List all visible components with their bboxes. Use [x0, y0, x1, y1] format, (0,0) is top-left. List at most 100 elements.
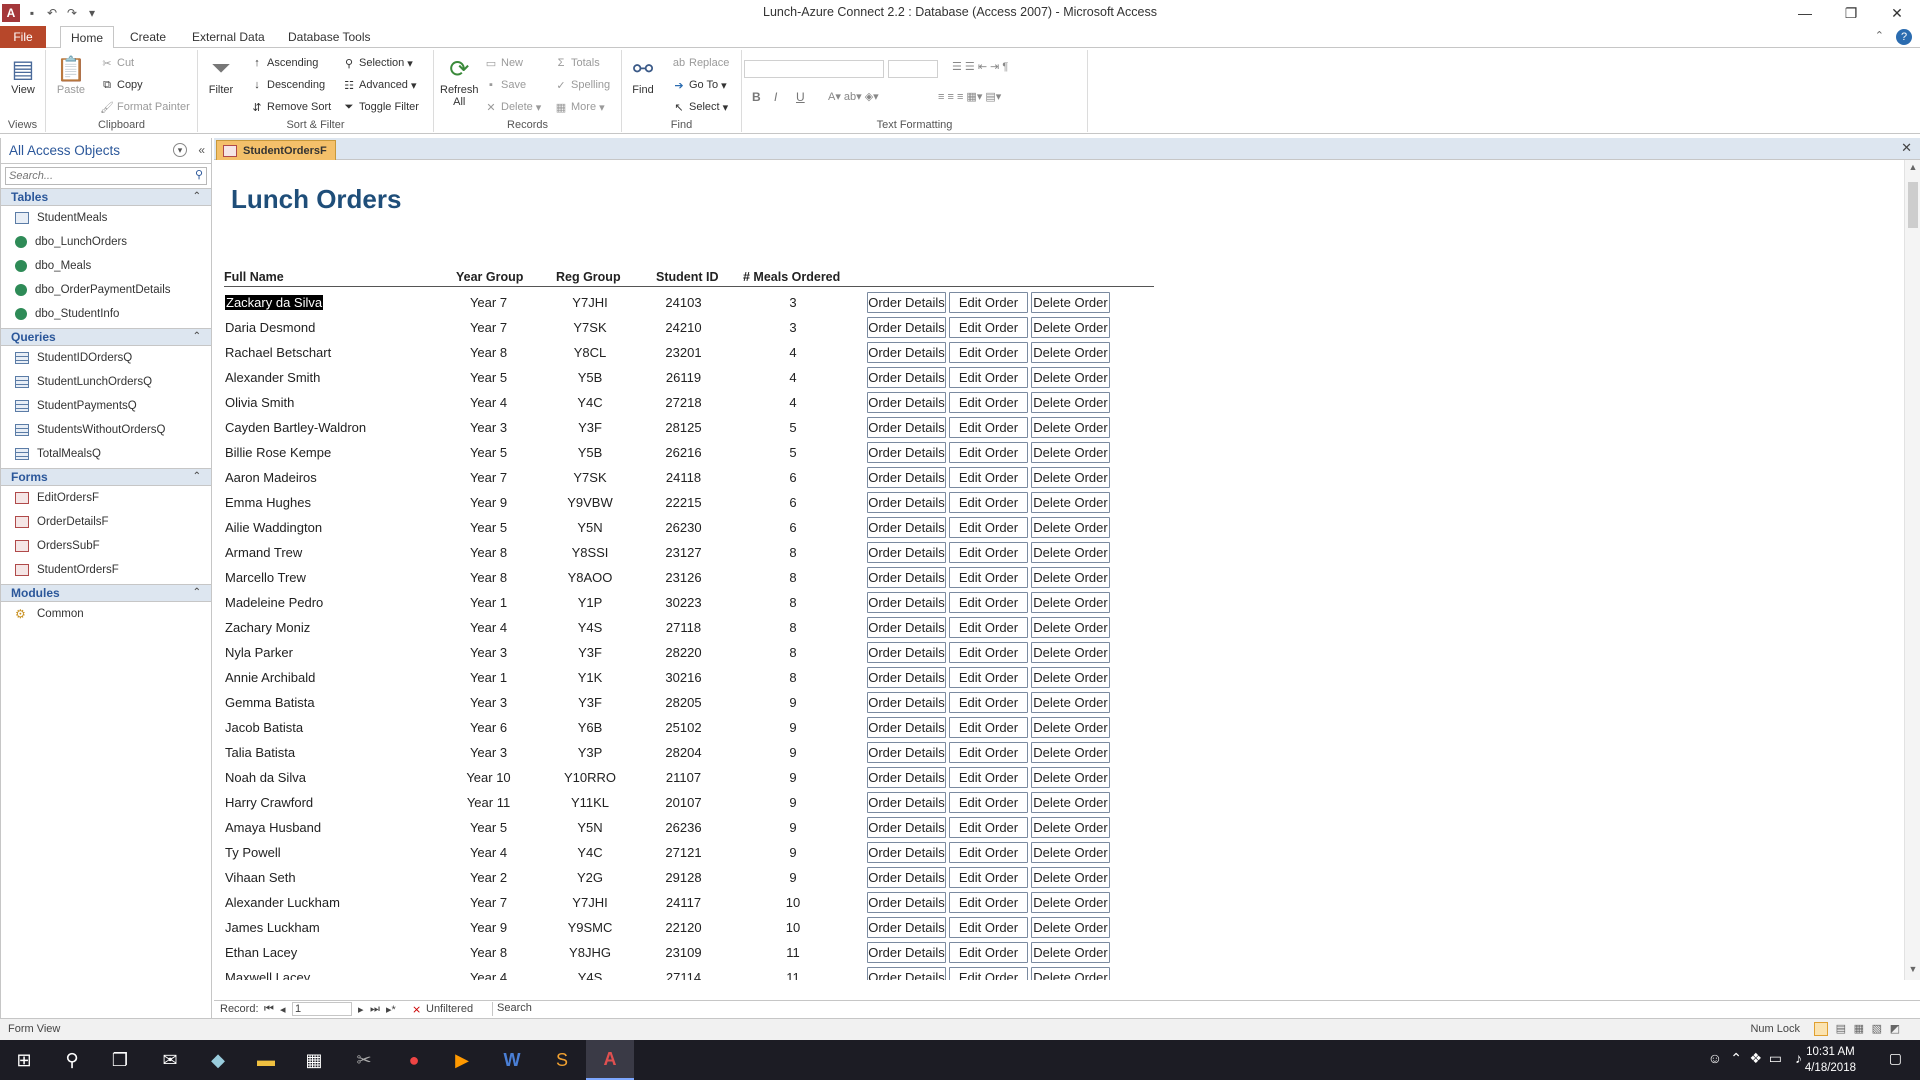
- cell-full-name[interactable]: Ailie Waddington: [225, 520, 322, 535]
- delete-order-button[interactable]: Delete Order: [1031, 342, 1110, 363]
- order-details-button[interactable]: Order Details: [867, 692, 946, 713]
- order-details-button[interactable]: Order Details: [867, 817, 946, 838]
- delete-order-button[interactable]: Delete Order: [1031, 567, 1110, 588]
- order-details-button[interactable]: Order Details: [867, 467, 946, 488]
- cell-full-name[interactable]: Jacob Batista: [225, 720, 303, 735]
- collapse-section-icon[interactable]: ⌃: [193, 585, 201, 601]
- edit-order-button[interactable]: Edit Order: [949, 867, 1028, 888]
- delete-order-button[interactable]: Delete Order: [1031, 317, 1110, 338]
- collapse-ribbon-icon[interactable]: ⌃: [1875, 29, 1884, 42]
- delete-order-button[interactable]: Delete Order: [1031, 642, 1110, 663]
- cell-full-name[interactable]: Ty Powell: [225, 845, 281, 860]
- delete-order-button[interactable]: Delete Order: [1031, 967, 1110, 980]
- nav-section-forms[interactable]: Forms ⌃: [1, 468, 211, 486]
- collapse-section-icon[interactable]: ⌃: [193, 329, 201, 345]
- order-details-button[interactable]: Order Details: [867, 967, 946, 980]
- cell-full-name[interactable]: Emma Hughes: [225, 495, 311, 510]
- design-view-icon[interactable]: ◩: [1890, 1022, 1900, 1035]
- record-search-field[interactable]: Search: [492, 1002, 562, 1016]
- edit-order-button[interactable]: Edit Order: [949, 392, 1028, 413]
- nav-item[interactable]: StudentMeals: [1, 206, 211, 230]
- filter-button[interactable]: ⏷ Filter: [206, 54, 236, 96]
- edit-order-button[interactable]: Edit Order: [949, 542, 1028, 563]
- collapse-section-icon[interactable]: ⌃: [193, 469, 201, 485]
- clock[interactable]: 10:31 AM 4/18/2018: [1805, 1044, 1856, 1076]
- help-icon[interactable]: ?: [1896, 29, 1912, 45]
- edit-order-button[interactable]: Edit Order: [949, 792, 1028, 813]
- dropbox-icon[interactable]: ❖: [1749, 1050, 1762, 1067]
- paste-button[interactable]: 📋 Paste: [56, 54, 86, 97]
- delete-order-button[interactable]: Delete Order: [1031, 842, 1110, 863]
- totals-button[interactable]: Σ Totals: [554, 56, 600, 70]
- delete-order-button[interactable]: Delete Order: [1031, 492, 1110, 513]
- vertical-scrollbar[interactable]: ▲ ▼: [1904, 160, 1920, 980]
- refresh-all-button[interactable]: ⟳ Refresh All: [440, 54, 479, 109]
- nav-item[interactable]: StudentPaymentsQ: [1, 394, 211, 418]
- nav-item[interactable]: dbo_StudentInfo: [1, 302, 211, 326]
- cell-full-name[interactable]: Nyla Parker: [225, 645, 293, 660]
- replace-button[interactable]: ab Replace: [672, 56, 729, 70]
- bullets-button[interactable]: ☰ ☰ ⇤ ⇥ ¶: [952, 60, 1008, 73]
- nav-item[interactable]: OrderDetailsF: [1, 510, 211, 534]
- edit-order-button[interactable]: Edit Order: [949, 717, 1028, 738]
- delete-order-button[interactable]: Delete Order: [1031, 717, 1110, 738]
- edit-order-button[interactable]: Edit Order: [949, 817, 1028, 838]
- snipping-tool-icon[interactable]: ✂: [340, 1040, 388, 1080]
- edit-order-button[interactable]: Edit Order: [949, 942, 1028, 963]
- font-color-button[interactable]: A▾ ab▾ ◈▾: [828, 90, 879, 103]
- order-details-button[interactable]: Order Details: [867, 542, 946, 563]
- search-icon[interactable]: ⚲: [195, 168, 203, 181]
- scroll-up-icon[interactable]: ▲: [1905, 162, 1920, 176]
- nav-header[interactable]: All Access Objects ▾ «: [1, 138, 211, 164]
- order-details-button[interactable]: Order Details: [867, 767, 946, 788]
- format-painter-button[interactable]: 🖌 Format Painter: [100, 100, 190, 114]
- volume-icon[interactable]: ♪: [1795, 1050, 1802, 1066]
- italic-button[interactable]: I: [774, 90, 777, 104]
- scroll-thumb[interactable]: [1908, 182, 1918, 228]
- minimize-icon[interactable]: —: [1782, 0, 1828, 26]
- delete-order-button[interactable]: Delete Order: [1031, 817, 1110, 838]
- nav-item[interactable]: StudentIDOrdersQ: [1, 346, 211, 370]
- delete-order-button[interactable]: Delete Order: [1031, 592, 1110, 613]
- restore-icon[interactable]: ❐: [1828, 0, 1874, 26]
- cell-full-name[interactable]: Annie Archibald: [225, 670, 315, 685]
- edit-order-button[interactable]: Edit Order: [949, 367, 1028, 388]
- ascending-button[interactable]: ↑ Ascending: [250, 56, 318, 70]
- nav-section-modules[interactable]: Modules ⌃: [1, 584, 211, 602]
- spelling-button[interactable]: ✓ Spelling: [554, 78, 610, 92]
- edit-order-button[interactable]: Edit Order: [949, 617, 1028, 638]
- close-window-icon[interactable]: ✕: [1874, 0, 1920, 26]
- sublime-icon[interactable]: S: [538, 1040, 586, 1080]
- network-icon[interactable]: ▭: [1769, 1050, 1782, 1067]
- find-button[interactable]: ⚯ Find: [628, 54, 658, 97]
- cell-full-name[interactable]: Olivia Smith: [225, 395, 294, 410]
- remove-sort-button[interactable]: ⇵ Remove Sort: [250, 100, 331, 114]
- start-icon[interactable]: ⊞: [0, 1040, 48, 1080]
- tab-create[interactable]: Create: [120, 26, 176, 48]
- file-explorer-icon[interactable]: ▬: [242, 1040, 290, 1080]
- form-view-icon[interactable]: [1814, 1022, 1828, 1036]
- chrome-icon[interactable]: ●: [390, 1040, 438, 1080]
- cell-full-name[interactable]: Armand Trew: [225, 545, 302, 560]
- nav-item[interactable]: OrdersSubF: [1, 534, 211, 558]
- edit-order-button[interactable]: Edit Order: [949, 342, 1028, 363]
- edit-order-button[interactable]: Edit Order: [949, 567, 1028, 588]
- mail-icon[interactable]: ✉: [146, 1040, 194, 1080]
- edit-order-button[interactable]: Edit Order: [949, 842, 1028, 863]
- nav-search-input[interactable]: [6, 168, 186, 184]
- edit-order-button[interactable]: Edit Order: [949, 492, 1028, 513]
- edit-order-button[interactable]: Edit Order: [949, 292, 1028, 313]
- document-tab[interactable]: StudentOrdersF: [216, 140, 336, 160]
- edit-order-button[interactable]: Edit Order: [949, 767, 1028, 788]
- cell-full-name[interactable]: Zackary da Silva: [225, 295, 324, 310]
- layout-view-icon[interactable]: ▦: [1854, 1022, 1864, 1035]
- nav-menu-icon[interactable]: ▾: [173, 143, 187, 157]
- show-hidden-icon[interactable]: ⌃: [1730, 1050, 1742, 1067]
- order-details-button[interactable]: Order Details: [867, 892, 946, 913]
- cell-full-name[interactable]: Alexander Smith: [225, 370, 320, 385]
- edit-order-button[interactable]: Edit Order: [949, 467, 1028, 488]
- edit-order-button[interactable]: Edit Order: [949, 517, 1028, 538]
- order-details-button[interactable]: Order Details: [867, 792, 946, 813]
- delete-order-button[interactable]: Delete Order: [1031, 867, 1110, 888]
- delete-order-button[interactable]: Delete Order: [1031, 617, 1110, 638]
